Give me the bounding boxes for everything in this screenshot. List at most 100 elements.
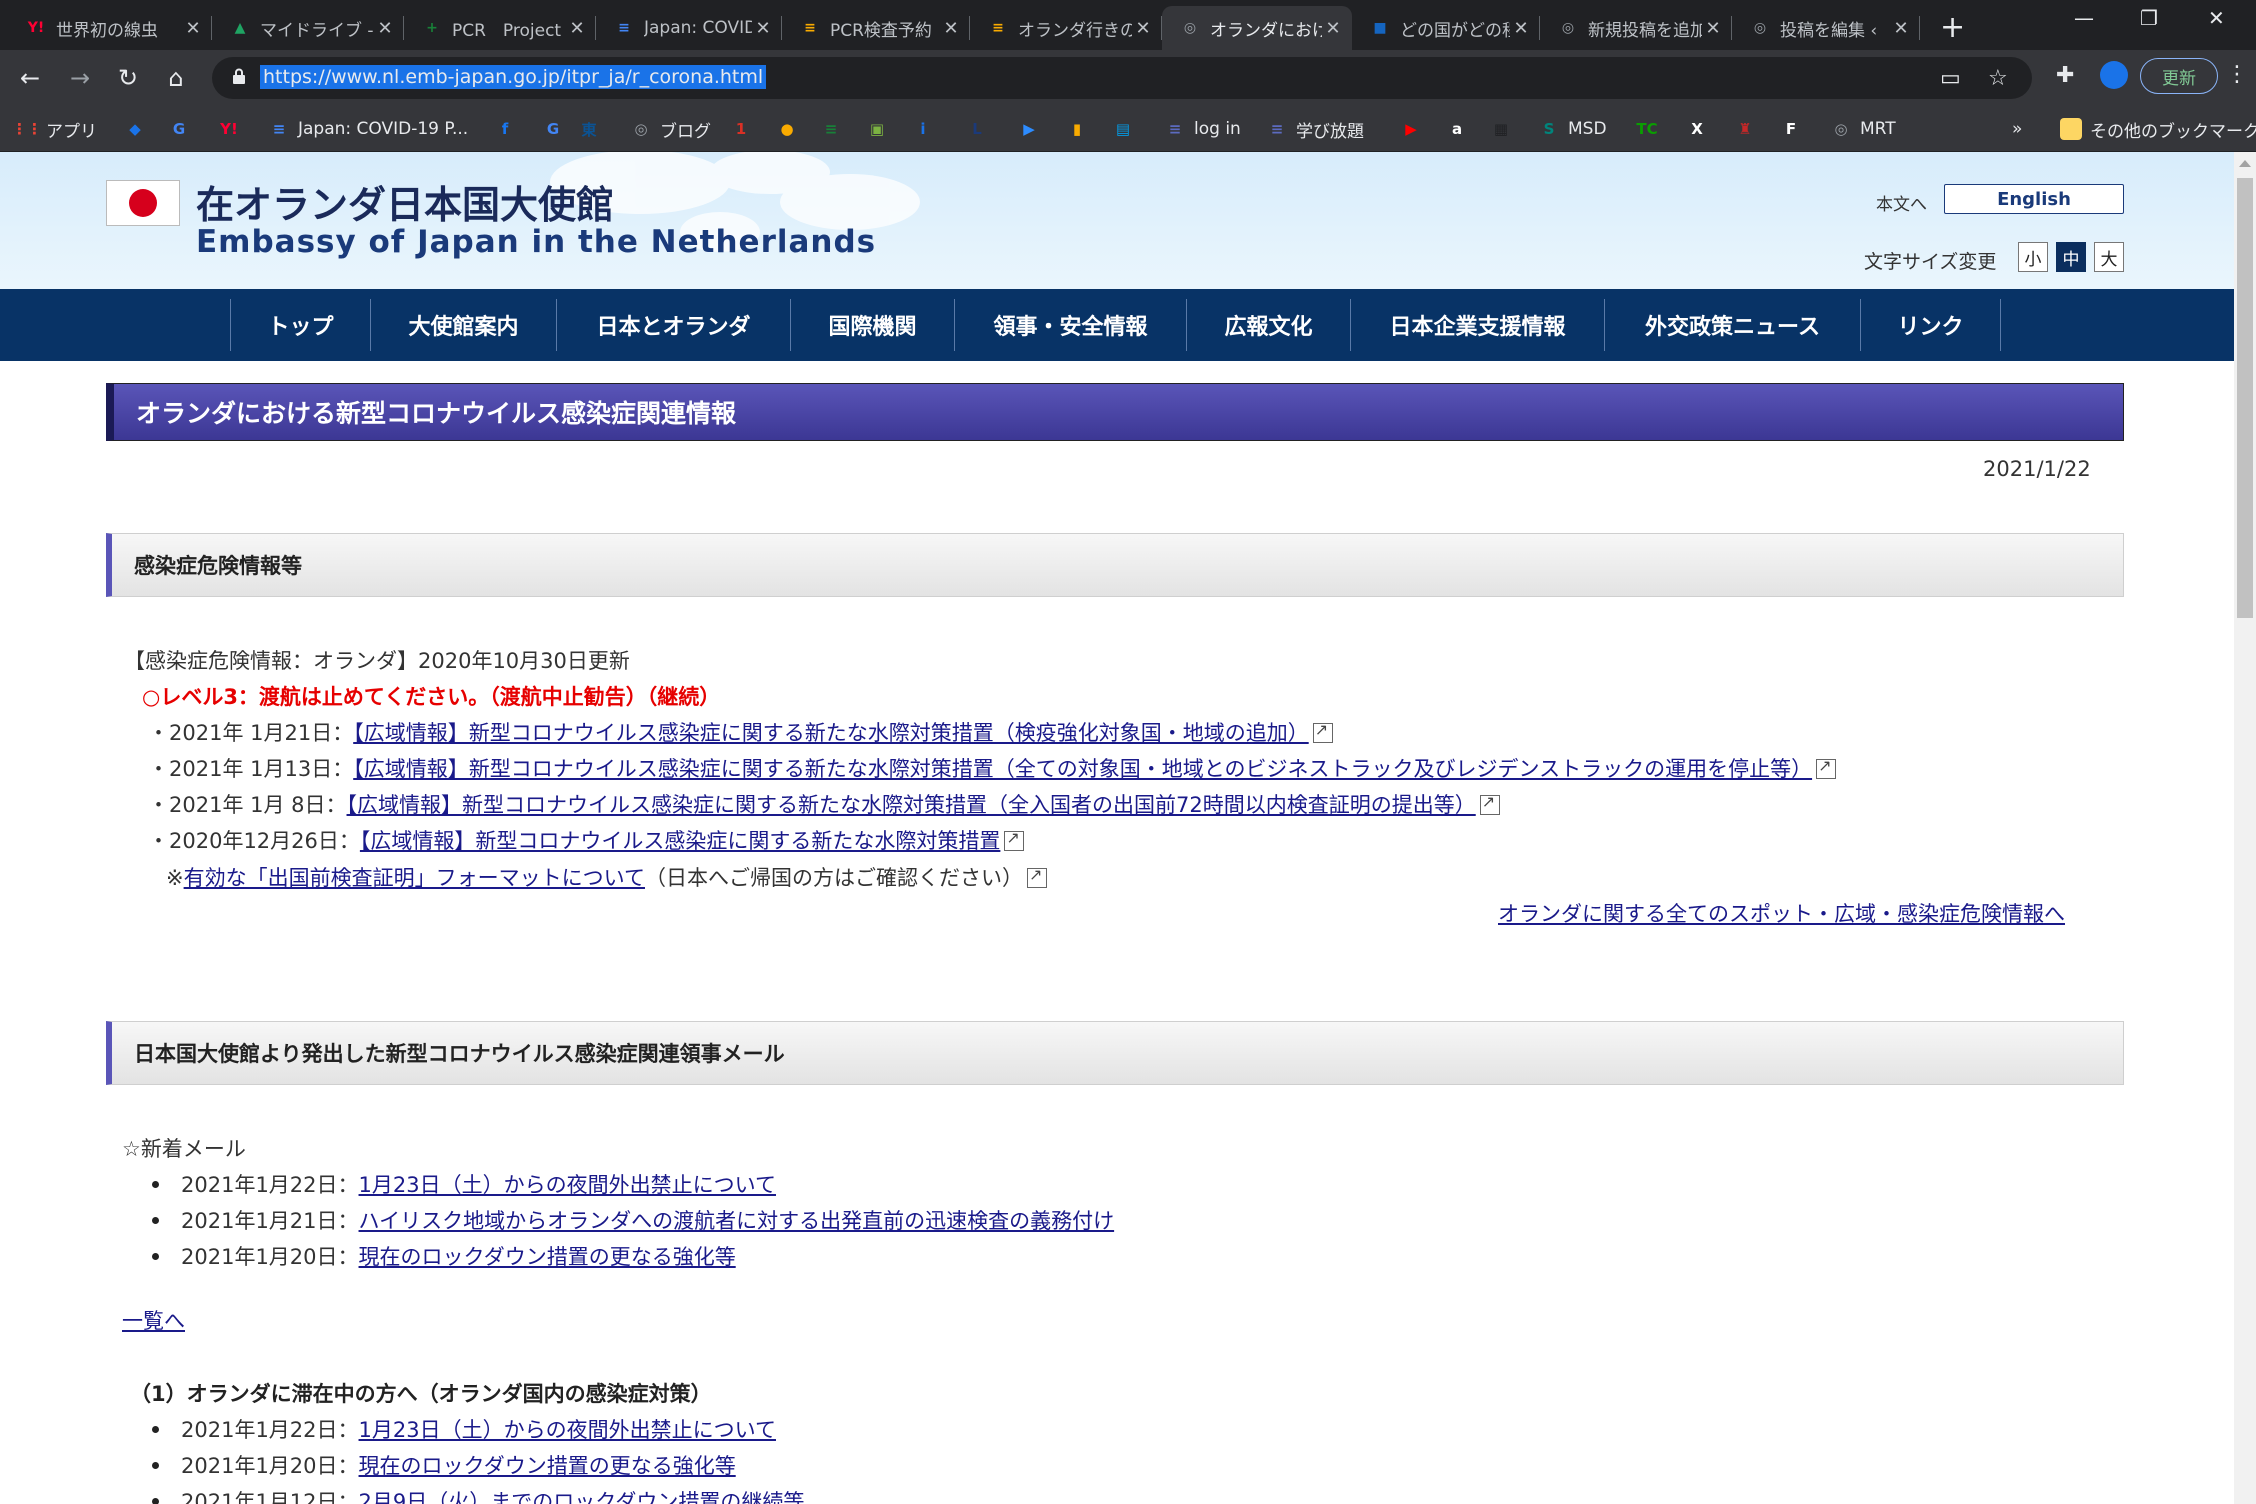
mail-link[interactable]: 現在のロックダウン措置の更なる強化等 [359, 1245, 736, 1269]
scroll-up-arrow-icon[interactable] [2239, 160, 2251, 167]
tab-close-icon[interactable]: ✕ [752, 18, 774, 39]
bookmark-item[interactable]: G [542, 116, 572, 142]
nav-item[interactable]: 領事・安全情報 [954, 299, 1186, 351]
forward-arrow-icon[interactable]: → [64, 62, 96, 94]
nav-item[interactable]: 国際機関 [790, 299, 954, 351]
risk-info-link[interactable]: 【広域情報】新型コロナウイルス感染症に関する新たな水際対策措置（全入国者の出国前… [347, 793, 1476, 817]
minimize-button[interactable]: — [2074, 6, 2094, 30]
more-menu-icon[interactable]: ⋮ [2226, 62, 2248, 87]
bookmark-item[interactable]: ≡ log in [1164, 116, 1241, 142]
close-window-button[interactable]: ✕ [2208, 6, 2225, 30]
bookmark-item[interactable]: X [1686, 116, 1716, 142]
site-title-english[interactable]: Embassy of Japan in the Netherlands [196, 224, 876, 260]
mail-link[interactable]: 1月23日（土）からの夜間外出禁止について [359, 1173, 776, 1197]
bookmark-item[interactable]: a [1446, 116, 1476, 142]
browser-tab[interactable]: ▲ マイドライブ - G✕ [212, 6, 404, 50]
more-bookmarks-chevron-icon[interactable]: » [2012, 116, 2022, 142]
tab-title: マイドライブ - G [260, 20, 374, 41]
bookmark-item[interactable]: ▦ [1490, 116, 1520, 142]
bookmark-item[interactable]: L [966, 116, 996, 142]
bookmark-item[interactable]: ≡ 学び放題 [1266, 116, 1364, 142]
home-icon[interactable]: ⌂ [160, 62, 192, 94]
bookmark-item[interactable]: f [494, 116, 524, 142]
resident-info-link[interactable]: 現在のロックダウン措置の更なる強化等 [359, 1454, 736, 1478]
skip-to-content-link[interactable]: 本文へ [1876, 190, 1927, 215]
address-bar[interactable]: https://www.nl.emb-japan.go.jp/itpr_ja/r… [212, 57, 2032, 99]
page-scrollbar[interactable] [2234, 152, 2256, 1504]
mail-list-link[interactable]: 一覧へ [122, 1309, 185, 1333]
bookmark-item[interactable]: ⋮⋮ アプリ [12, 116, 97, 142]
tab-close-icon[interactable]: ✕ [1132, 18, 1154, 39]
resident-info-link[interactable]: 1月23日（土）からの夜間外出禁止について [359, 1418, 776, 1442]
bookmark-item[interactable]: 東 [578, 116, 608, 142]
nav-item[interactable]: 日本とオランダ [556, 299, 790, 351]
extensions-puzzle-icon[interactable]: ✚ [2056, 63, 2074, 88]
risk-info-link[interactable]: 【広域情報】新型コロナウイルス感染症に関する新たな水際対策措置（検疫強化対象国・… [353, 721, 1309, 745]
nav-item[interactable]: 大使館案内 [370, 299, 556, 351]
nav-item[interactable]: 日本企業支援情報 [1350, 299, 1604, 351]
nav-item[interactable]: リンク [1860, 299, 2000, 351]
resident-info-link[interactable]: 2月9日（火）までのロックダウン措置の継続等 [359, 1490, 805, 1504]
bookmark-star-icon[interactable]: ☆ [1988, 66, 2008, 91]
mail-link[interactable]: ハイリスク地域からオランダへの渡航者に対する出発直前の迅速検査の義務付け [359, 1209, 1115, 1233]
bookmark-item[interactable]: S MSD [1538, 116, 1607, 142]
font-size-large-button[interactable]: 大 [2094, 242, 2124, 272]
bookmark-item[interactable]: ♜ [1734, 116, 1764, 142]
bookmark-item[interactable]: ◎ ブログ [630, 116, 711, 142]
nav-item[interactable]: 広報文化 [1186, 299, 1350, 351]
nav-item[interactable]: トップ [230, 299, 370, 351]
bookmark-item[interactable]: ● [776, 116, 806, 142]
bookmark-item[interactable]: ▤ [1112, 116, 1142, 142]
risk-info-link[interactable]: 【広域情報】新型コロナウイルス感染症に関する新たな水際対策措置（全ての対象国・地… [353, 757, 1812, 781]
all-risk-info-link[interactable]: オランダに関する全てのスポット・広域・感染症危険情報へ [1498, 902, 2065, 926]
bookmark-item[interactable]: ≡ [820, 116, 850, 142]
browser-tab[interactable]: ≡ Japan: COVID ✕ [596, 6, 782, 50]
tab-close-icon[interactable]: ✕ [566, 18, 588, 39]
new-tab-button[interactable]: + [1940, 10, 1965, 45]
bookmark-item[interactable]: TC [1636, 116, 1666, 142]
nav-item[interactable]: 外交政策ニュース [1604, 299, 1860, 351]
bookmark-item[interactable]: ◆ [124, 116, 154, 142]
bookmark-item[interactable]: Y! [218, 116, 248, 142]
tab-close-icon[interactable]: ✕ [1322, 18, 1344, 39]
browser-tab[interactable]: ◎ 投稿を編集 ‹ ✕ [1732, 6, 1920, 50]
restore-button[interactable]: ❐ [2140, 6, 2158, 30]
test-certificate-format-link[interactable]: 有効な「出国前検査証明」フォーマットについて [184, 866, 645, 890]
bookmark-item[interactable]: ▶ [1400, 116, 1430, 142]
browser-tab[interactable]: ■ どの国がどの程 ✕ [1352, 6, 1540, 50]
bookmark-item[interactable]: F [1780, 116, 1810, 142]
font-size-medium-button[interactable]: 中 [2056, 242, 2086, 272]
bookmark-item[interactable]: ▶ [1018, 116, 1048, 142]
tab-close-icon[interactable]: ✕ [940, 18, 962, 39]
site-title-japanese[interactable]: 在オランダ日本国大使館 [196, 174, 614, 229]
tab-close-icon[interactable]: ✕ [374, 18, 396, 39]
bookmark-item[interactable]: G [168, 116, 198, 142]
url-text[interactable]: https://www.nl.emb-japan.go.jp/itpr_ja/r… [260, 65, 767, 89]
tab-close-icon[interactable]: ✕ [1890, 18, 1912, 39]
bookmark-item[interactable]: ◎ MRT [1830, 116, 1895, 142]
other-bookmarks-folder[interactable]: その他のブックマーク [2060, 116, 2256, 142]
reload-icon[interactable]: ↻ [112, 62, 144, 94]
browser-tab[interactable]: ≡ PCR検査予約 ✕ [782, 6, 970, 50]
bookmark-item[interactable]: i [912, 116, 942, 142]
browser-tab[interactable]: ≡ オランダ行きの ✕ [970, 6, 1162, 50]
font-size-small-button[interactable]: 小 [2018, 242, 2048, 272]
browser-tab[interactable]: + PCR Project ✕ [404, 6, 596, 50]
browser-tab[interactable]: ◎ 新規投稿を追加 ✕ [1540, 6, 1732, 50]
back-arrow-icon[interactable]: ← [14, 62, 46, 94]
bookmark-item[interactable]: ▣ [866, 116, 896, 142]
tab-close-icon[interactable]: ✕ [182, 18, 204, 39]
scrollbar-thumb[interactable] [2237, 178, 2253, 618]
tab-close-icon[interactable]: ✕ [1702, 18, 1724, 39]
english-button[interactable]: English [1944, 184, 2124, 214]
bookmark-item[interactable]: ▮ [1066, 116, 1096, 142]
bookmark-item[interactable]: ≡ Japan: COVID-19 P... [268, 116, 469, 142]
risk-info-link[interactable]: 【広域情報】新型コロナウイルス感染症に関する新たな水際対策措置 [360, 829, 1001, 853]
browser-tab[interactable]: ◎ オランダにおける✕ [1162, 6, 1352, 50]
cast-icon[interactable]: ▭ [1940, 66, 1961, 91]
bookmark-item[interactable]: 1 [730, 116, 760, 142]
tab-close-icon[interactable]: ✕ [1510, 18, 1532, 39]
profile-avatar-icon[interactable] [2100, 61, 2128, 89]
update-button[interactable]: 更新 [2140, 58, 2218, 94]
browser-tab[interactable]: Y! 世界初の線虫 ✕ [8, 6, 212, 50]
